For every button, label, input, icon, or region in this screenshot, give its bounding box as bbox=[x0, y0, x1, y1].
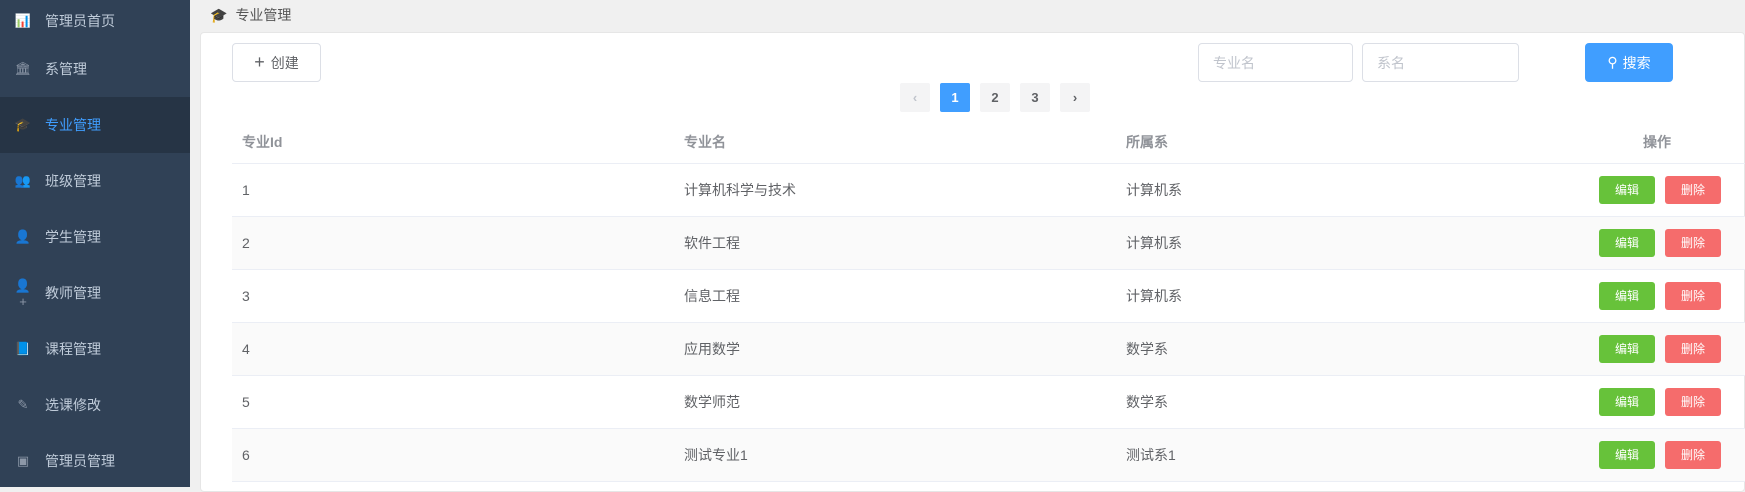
department-name-input[interactable] bbox=[1362, 43, 1519, 82]
breadcrumb: 🎓 专业管理 bbox=[210, 5, 291, 25]
table-row: 3 信息工程 计算机系 编辑 删除 bbox=[232, 269, 1745, 323]
sidebar-item-2[interactable]: 🎓 专业管理 bbox=[0, 97, 190, 153]
table-row: 2 软件工程 计算机系 编辑 删除 bbox=[232, 216, 1745, 270]
edit-icon: ✎ bbox=[17, 397, 29, 412]
user-icon: 👤 bbox=[14, 229, 32, 244]
edit-button[interactable]: 编辑 bbox=[1599, 387, 1655, 416]
cell-name: 信息工程 bbox=[674, 269, 1116, 323]
edit-button[interactable]: 编辑 bbox=[1599, 440, 1655, 469]
cell-id: 4 bbox=[232, 322, 674, 376]
page-2[interactable]: 2 bbox=[980, 83, 1010, 112]
graduation-cap-icon: 🎓 bbox=[14, 117, 32, 132]
cell-id: 3 bbox=[232, 269, 674, 323]
sidebar-item-6[interactable]: 📘 课程管理 bbox=[0, 321, 190, 377]
sidebar-item-label: 专业管理 bbox=[45, 117, 101, 133]
user-plus-icon: 👤+ bbox=[14, 277, 32, 309]
delete-button[interactable]: 删除 bbox=[1665, 228, 1721, 257]
edit-button[interactable]: 编辑 bbox=[1599, 228, 1655, 257]
cell-actions: 编辑 删除 bbox=[1558, 428, 1745, 482]
sidebar-item-3[interactable]: 👥 班级管理 bbox=[0, 153, 190, 209]
sidebar-item-0[interactable]: 📊 管理员首页 bbox=[0, 0, 190, 41]
delete-button[interactable]: 删除 bbox=[1665, 387, 1721, 416]
sidebar-item-1[interactable]: 🏛 系管理 bbox=[0, 41, 190, 97]
table-row: 4 应用数学 数学系 编辑 删除 bbox=[232, 322, 1745, 376]
majors-table: 专业Id 专业名 所属系 操作 1 计算机科学与技术 计算机系 编辑 删除 2 软件工程 计算… bbox=[232, 121, 1745, 482]
header-department: 所属系 bbox=[1116, 121, 1558, 164]
delete-button[interactable]: 删除 bbox=[1665, 281, 1721, 310]
sidebar-item-8[interactable]: ▣ 管理员管理 bbox=[0, 433, 190, 489]
page-3[interactable]: 3 bbox=[1020, 83, 1050, 112]
sidebar-item-label: 班级管理 bbox=[45, 173, 101, 189]
edit-button[interactable]: 编辑 bbox=[1599, 281, 1655, 310]
page-title: 专业管理 bbox=[235, 7, 292, 23]
table-header: 专业Id 专业名 所属系 操作 bbox=[232, 121, 1745, 164]
sidebar-item-7[interactable]: ✎ 选课修改 bbox=[0, 377, 190, 433]
cell-department: 计算机系 bbox=[1116, 269, 1558, 323]
cell-department: 计算机系 bbox=[1116, 163, 1558, 217]
search-button[interactable]: ⚲ 搜索 bbox=[1585, 43, 1673, 82]
sidebar-item-label: 学生管理 bbox=[45, 229, 101, 245]
cell-actions: 编辑 删除 bbox=[1558, 322, 1745, 376]
bar-chart-icon: 📊 bbox=[14, 12, 32, 28]
header-id: 专业Id bbox=[232, 121, 674, 164]
next-page-button[interactable]: › bbox=[1060, 83, 1090, 112]
sidebar-item-4[interactable]: 👤 学生管理 bbox=[0, 209, 190, 265]
cell-name: 测试专业1 bbox=[674, 428, 1116, 482]
plus-icon: + bbox=[254, 52, 265, 72]
page-1[interactable]: 1 bbox=[940, 83, 970, 112]
cell-id: 1 bbox=[232, 163, 674, 217]
cell-id: 2 bbox=[232, 216, 674, 270]
sidebar: 📊 管理员首页 🏛 系管理 🎓 专业管理 👥 班级管理 👤 学生管理 👤+ 教师管理 📘 课程管理 ✎ 选课修… bbox=[0, 0, 190, 487]
table-row: 6 测试专业1 测试系1 编辑 删除 bbox=[232, 428, 1745, 482]
sidebar-item-label: 课程管理 bbox=[45, 341, 101, 357]
content-card: +创建 ⚲搜索 ‹ 1 2 3 › 专业Id 专业名 所属系 操作 1计算机科学… bbox=[200, 32, 1745, 492]
sidebar-item-label: 教师管理 bbox=[45, 285, 101, 301]
cell-actions: 编辑 删除 bbox=[1558, 375, 1745, 429]
cell-actions: 编辑 删除 bbox=[1558, 269, 1745, 323]
table-row: 1 计算机科学与技术 计算机系 编辑 删除 bbox=[232, 163, 1745, 217]
delete-button[interactable]: 删除 bbox=[1665, 440, 1721, 469]
cell-name: 数学师范 bbox=[674, 375, 1116, 429]
sidebar-item-label: 管理员首页 bbox=[45, 12, 115, 29]
search-icon: ⚲ bbox=[1607, 54, 1618, 70]
delete-button[interactable]: 删除 bbox=[1665, 175, 1721, 204]
building-icon: 🏛 bbox=[14, 61, 32, 76]
cell-actions: 编辑 删除 bbox=[1558, 163, 1745, 217]
graduation-cap-icon: 🎓 bbox=[210, 6, 228, 23]
users-icon: 👥 bbox=[14, 173, 32, 188]
cell-name: 软件工程 bbox=[674, 216, 1116, 270]
cell-id: 6 bbox=[232, 428, 674, 482]
header-name: 专业名 bbox=[674, 121, 1116, 164]
create-button[interactable]: + 创建 bbox=[232, 43, 321, 82]
cell-department: 数学系 bbox=[1116, 375, 1558, 429]
book-icon: 📘 bbox=[14, 341, 32, 356]
sidebar-item-5[interactable]: 👤+ 教师管理 bbox=[0, 265, 190, 321]
sidebar-item-label: 系管理 bbox=[45, 61, 87, 77]
cell-id: 5 bbox=[232, 375, 674, 429]
sidebar-item-label: 选课修改 bbox=[45, 397, 101, 413]
cell-actions: 编辑 删除 bbox=[1558, 216, 1745, 270]
major-name-input[interactable] bbox=[1198, 43, 1353, 82]
cell-name: 应用数学 bbox=[674, 322, 1116, 376]
cell-department: 测试系1 bbox=[1116, 428, 1558, 482]
sidebar-item-label: 管理员管理 bbox=[45, 453, 115, 469]
cell-department: 计算机系 bbox=[1116, 216, 1558, 270]
edit-button[interactable]: 编辑 bbox=[1599, 334, 1655, 363]
header-actions: 操作 bbox=[1558, 121, 1745, 164]
cell-name: 计算机科学与技术 bbox=[674, 163, 1116, 217]
cell-department: 数学系 bbox=[1116, 322, 1558, 376]
edit-button[interactable]: 编辑 bbox=[1599, 175, 1655, 204]
pagination: ‹ 1 2 3 › bbox=[900, 83, 1090, 112]
prev-page-button[interactable]: ‹ bbox=[900, 83, 930, 112]
delete-button[interactable]: 删除 bbox=[1665, 334, 1721, 363]
id-badge-icon: ▣ bbox=[16, 453, 30, 468]
table-row: 5 数学师范 数学系 编辑 删除 bbox=[232, 375, 1745, 429]
